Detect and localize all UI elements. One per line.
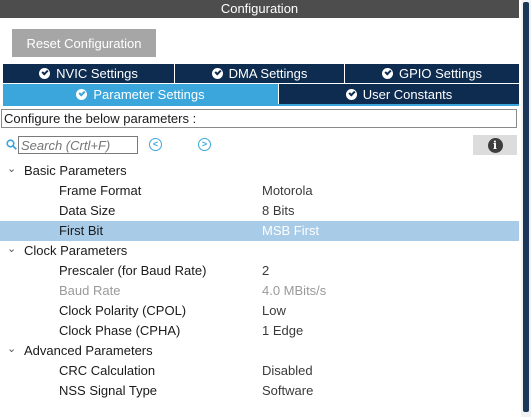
reset-configuration-button[interactable]: Reset Configuration	[12, 29, 156, 57]
tab-gpio-settings[interactable]: GPIO Settings	[345, 64, 519, 83]
param-name: Clock Polarity (CPOL)	[59, 303, 187, 318]
check-circle-icon	[76, 88, 88, 100]
search-bar: < > i	[6, 135, 517, 156]
param-value[interactable]: MSB First	[262, 221, 319, 241]
group-advanced-parameters[interactable]: ⌄ Advanced Parameters	[0, 341, 519, 361]
param-value[interactable]: Disabled	[262, 361, 313, 381]
param-value[interactable]: Software	[262, 381, 313, 401]
tab-underline	[3, 104, 519, 106]
window-title: Configuration	[0, 0, 519, 18]
check-circle-icon	[381, 68, 393, 79]
vertical-scrollbar[interactable]	[521, 0, 531, 417]
parameter-tree: ⌄ Basic Parameters Frame Format Motorola…	[0, 161, 519, 401]
param-value[interactable]: 8 Bits	[262, 201, 295, 221]
param-value[interactable]: 2	[262, 261, 269, 281]
info-button[interactable]: i	[473, 135, 517, 155]
param-value: 4.0 MBits/s	[262, 283, 327, 298]
param-name: Data Size	[59, 203, 116, 218]
tab-row-top: NVIC Settings DMA Settings GPIO Settings	[3, 64, 519, 83]
param-row-first-bit[interactable]: First Bit MSB First	[0, 221, 519, 241]
param-row-nss-signal-type[interactable]: NSS Signal Type Software	[0, 381, 519, 401]
search-icon[interactable]	[6, 139, 17, 150]
param-value[interactable]: Motorola	[262, 181, 313, 201]
check-circle-icon	[345, 88, 357, 100]
param-row-crc-calculation[interactable]: CRC Calculation Disabled	[0, 361, 519, 381]
tab-nvic-settings[interactable]: NVIC Settings	[3, 64, 175, 83]
tab-dma-settings[interactable]: DMA Settings	[175, 64, 345, 83]
param-name: Baud Rate	[59, 283, 121, 298]
param-row-frame-format[interactable]: Frame Format Motorola	[0, 181, 519, 201]
group-label: Basic Parameters	[24, 163, 127, 178]
tab-label: GPIO Settings	[398, 66, 483, 81]
param-name: First Bit	[59, 223, 104, 238]
param-value[interactable]: Low	[262, 301, 286, 321]
param-name: NSS Signal Type	[59, 383, 158, 398]
info-icon: i	[487, 137, 503, 153]
scrollbar-thumb[interactable]	[523, 2, 529, 412]
param-name: Frame Format	[59, 183, 142, 198]
param-row-clock-phase[interactable]: Clock Phase (CPHA) 1 Edge	[0, 321, 519, 341]
tab-label: DMA Settings	[228, 66, 308, 81]
tab-row-bottom: Parameter Settings User Constants	[3, 84, 519, 104]
tab-label: NVIC Settings	[56, 66, 138, 81]
group-basic-parameters[interactable]: ⌄ Basic Parameters	[0, 161, 519, 181]
chevron-down-icon[interactable]: ⌄	[7, 164, 17, 175]
chevron-left-circle-icon[interactable]: <	[149, 138, 162, 151]
configure-parameters-label: Configure the below parameters :	[1, 109, 517, 128]
tab-parameter-settings[interactable]: Parameter Settings	[3, 84, 279, 104]
param-row-data-size[interactable]: Data Size 8 Bits	[0, 201, 519, 221]
tab-label: User Constants	[362, 86, 453, 102]
chevron-down-icon[interactable]: ⌄	[7, 244, 17, 255]
param-value[interactable]: 1 Edge	[262, 321, 303, 341]
param-name: Prescaler (for Baud Rate)	[59, 263, 207, 278]
param-name: Clock Phase (CPHA)	[59, 323, 181, 338]
search-input[interactable]	[18, 136, 138, 154]
param-row-clock-polarity[interactable]: Clock Polarity (CPOL) Low	[0, 301, 519, 321]
param-name: CRC Calculation	[59, 363, 156, 378]
chevron-down-icon[interactable]: ⌄	[7, 344, 17, 355]
tab-user-constants[interactable]: User Constants	[279, 84, 519, 104]
group-label: Clock Parameters	[24, 243, 128, 258]
check-circle-icon	[211, 68, 223, 79]
group-label: Advanced Parameters	[24, 343, 153, 358]
param-row-baud-rate: Baud Rate 4.0 MBits/s	[0, 281, 519, 301]
param-row-prescaler[interactable]: Prescaler (for Baud Rate) 2	[0, 261, 519, 281]
check-circle-icon	[39, 68, 51, 79]
group-clock-parameters[interactable]: ⌄ Clock Parameters	[0, 241, 519, 261]
tab-label: Parameter Settings	[93, 86, 205, 102]
chevron-right-circle-icon[interactable]: >	[198, 138, 211, 151]
